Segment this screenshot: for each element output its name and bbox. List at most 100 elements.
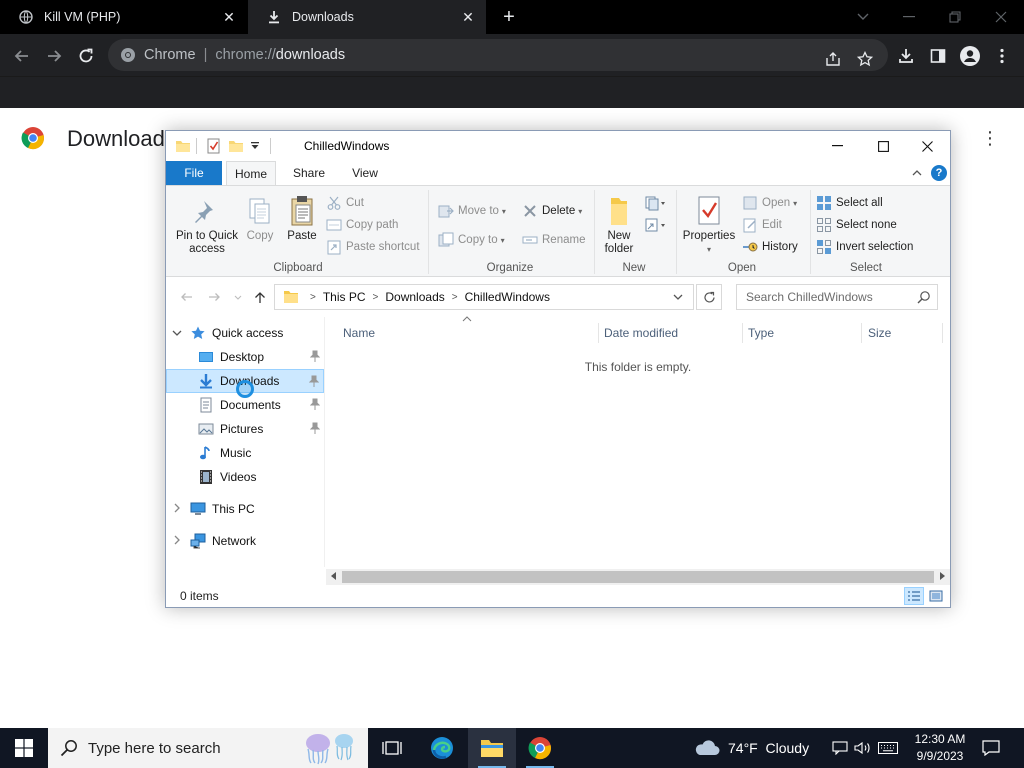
- rename-button[interactable]: Rename: [522, 231, 585, 249]
- nav-videos[interactable]: Videos: [166, 465, 324, 489]
- column-date-modified[interactable]: Date modified: [604, 323, 740, 343]
- copy-button[interactable]: Copy: [244, 194, 276, 243]
- select-all-button[interactable]: Select all: [816, 194, 883, 212]
- customize-qat-icon[interactable]: [250, 140, 260, 156]
- nav-this-pc[interactable]: This PC: [166, 497, 324, 521]
- tab-view[interactable]: View: [340, 161, 390, 185]
- column-divider[interactable]: [742, 323, 743, 343]
- chevron-down-icon[interactable]: [172, 328, 182, 339]
- close-window-icon[interactable]: [978, 0, 1024, 34]
- tab-file[interactable]: File: [166, 161, 222, 185]
- close-icon[interactable]: ✕: [221, 9, 237, 25]
- action-center-icon[interactable]: [982, 728, 1000, 768]
- back-icon[interactable]: [8, 42, 36, 70]
- minimize-icon[interactable]: [886, 0, 932, 34]
- task-view-icon[interactable]: [368, 728, 416, 768]
- downloads-toolbar-icon[interactable]: [892, 42, 920, 70]
- properties-quick-icon[interactable]: [206, 138, 222, 154]
- copy-path-button[interactable]: Copy path: [326, 216, 398, 234]
- notifications-tray-icon[interactable]: [832, 728, 848, 768]
- select-none-button[interactable]: Select none: [816, 216, 897, 234]
- nav-desktop[interactable]: Desktop: [166, 345, 324, 369]
- column-type[interactable]: Type: [748, 323, 858, 343]
- taskbar-search-box[interactable]: Type here to search: [48, 728, 368, 768]
- bookmark-star-icon[interactable]: [852, 46, 878, 72]
- side-panel-icon[interactable]: [924, 42, 952, 70]
- keyboard-icon[interactable]: [878, 728, 898, 768]
- new-item-button[interactable]: [644, 194, 668, 212]
- refresh-icon[interactable]: [696, 284, 722, 310]
- open-button[interactable]: Open ▾: [742, 194, 797, 212]
- windows-start-icon[interactable]: [0, 728, 48, 768]
- forward-icon[interactable]: [40, 42, 68, 70]
- file-explorer-taskbar-icon[interactable]: [468, 728, 516, 768]
- chevron-right-icon[interactable]: [172, 503, 182, 516]
- pin-to-quick-access-button[interactable]: Pin to Quick access: [172, 194, 242, 256]
- tab-kill-vm[interactable]: Kill VM (PHP) ✕: [0, 0, 247, 34]
- up-icon[interactable]: [252, 289, 268, 305]
- column-divider[interactable]: [861, 323, 862, 343]
- edit-button[interactable]: Edit: [742, 216, 782, 234]
- easy-access-button[interactable]: [644, 216, 668, 234]
- column-size[interactable]: Size: [868, 323, 938, 343]
- address-history-icon[interactable]: [667, 285, 689, 309]
- breadcrumb-downloads[interactable]: Downloads: [385, 290, 444, 304]
- delete-button[interactable]: Delete ▾: [522, 202, 582, 220]
- breadcrumb-this-pc[interactable]: This PC: [323, 290, 366, 304]
- back-icon[interactable]: [178, 289, 194, 305]
- new-tab-button[interactable]: +: [498, 6, 520, 28]
- close-icon[interactable]: [904, 131, 950, 161]
- scroll-left-icon[interactable]: [327, 570, 341, 584]
- chrome-taskbar-icon[interactable]: [516, 728, 564, 768]
- nav-pictures[interactable]: Pictures: [166, 417, 324, 441]
- page-more-icon[interactable]: ⋮: [980, 126, 1000, 150]
- cut-button[interactable]: Cut: [326, 194, 364, 212]
- column-divider[interactable]: [598, 323, 599, 343]
- weather-widget[interactable]: 74°F Cloudy: [694, 728, 809, 768]
- properties-button[interactable]: Properties ▾: [680, 194, 738, 256]
- minimize-icon[interactable]: [814, 131, 860, 161]
- chrome-menu-icon[interactable]: [988, 42, 1016, 70]
- tab-home[interactable]: Home: [226, 161, 276, 185]
- invert-selection-button[interactable]: Invert selection: [816, 238, 913, 256]
- nav-network[interactable]: Network: [166, 529, 324, 553]
- details-view-icon[interactable]: [904, 587, 924, 605]
- collapse-ribbon-icon[interactable]: [910, 166, 924, 180]
- search-box[interactable]: Search ChilledWindows: [736, 284, 938, 310]
- new-folder-quick-icon[interactable]: [228, 138, 244, 154]
- horizontal-scrollbar[interactable]: [326, 569, 950, 585]
- history-button[interactable]: History: [742, 238, 798, 256]
- address-bar[interactable]: > This PC > Downloads > ChilledWindows: [274, 284, 694, 310]
- move-to-button[interactable]: Move to ▾: [438, 202, 506, 220]
- share-icon[interactable]: [820, 46, 846, 72]
- nav-quick-access[interactable]: Quick access: [166, 321, 324, 345]
- address-bar[interactable]: Chrome | chrome:// downloads: [108, 39, 888, 71]
- help-icon[interactable]: ?: [931, 165, 947, 181]
- forward-icon[interactable]: [206, 289, 222, 305]
- nav-music[interactable]: Music: [166, 441, 324, 465]
- volume-icon[interactable]: [854, 728, 872, 768]
- new-folder-button[interactable]: New folder: [598, 194, 640, 256]
- copy-to-button[interactable]: Copy to ▾: [438, 231, 505, 249]
- tab-search-icon[interactable]: [840, 0, 886, 34]
- maximize-icon[interactable]: [860, 131, 906, 161]
- search-highlight-jellyfish-icon[interactable]: [300, 731, 362, 765]
- restore-icon[interactable]: [932, 0, 978, 34]
- edge-browser-icon[interactable]: [418, 728, 466, 768]
- scroll-right-icon[interactable]: [935, 570, 949, 584]
- column-name[interactable]: Name: [343, 323, 593, 343]
- reload-icon[interactable]: [72, 42, 100, 70]
- scrollbar-thumb[interactable]: [342, 571, 934, 583]
- paste-shortcut-button[interactable]: Paste shortcut: [326, 238, 420, 256]
- recent-locations-icon[interactable]: [230, 289, 246, 305]
- paste-button[interactable]: Paste: [284, 194, 320, 243]
- large-icons-view-icon[interactable]: [926, 587, 946, 605]
- profile-avatar-icon[interactable]: [956, 42, 984, 70]
- pane-divider[interactable]: [324, 317, 325, 567]
- tab-share[interactable]: Share: [284, 161, 334, 185]
- close-icon[interactable]: ✕: [460, 9, 476, 25]
- tab-downloads[interactable]: Downloads ✕: [248, 0, 486, 34]
- column-divider[interactable]: [942, 323, 943, 343]
- chevron-right-icon[interactable]: [172, 535, 182, 548]
- clock[interactable]: 12:30 AM 9/9/2023: [904, 731, 976, 765]
